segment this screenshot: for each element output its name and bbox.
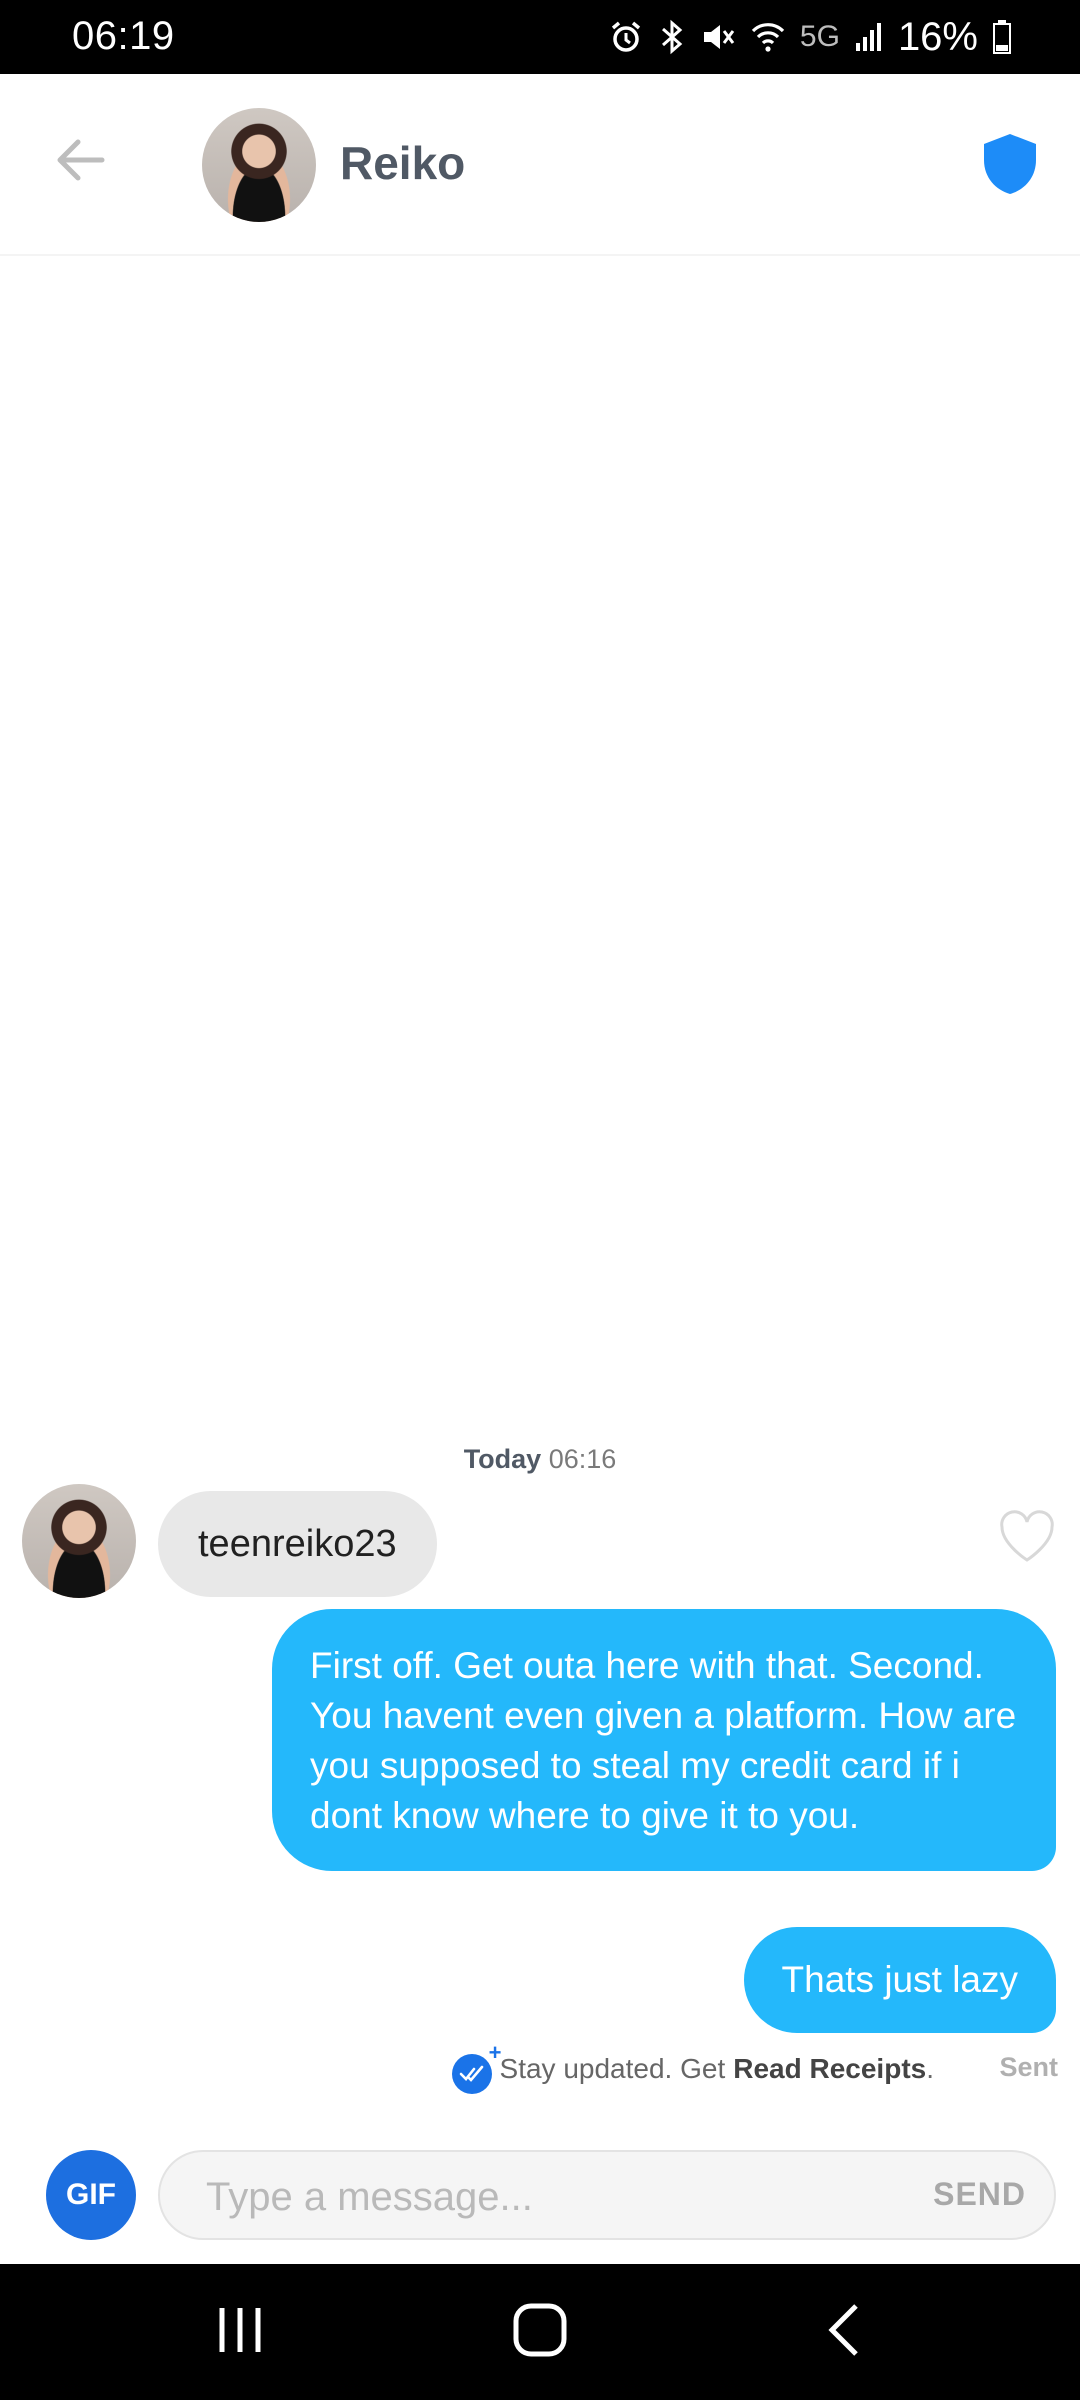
back-button[interactable]	[48, 128, 112, 192]
read-receipts-prompt: + Stay updated. Get Read Receipts.	[451, 2040, 934, 2094]
chat-header: Reiko	[0, 74, 1080, 256]
mute-icon	[700, 19, 736, 55]
receipts-text: Stay updated. Get	[499, 2053, 726, 2084]
read-receipt-badge-icon: +	[451, 2040, 502, 2094]
timestamp-time: 06:16	[548, 1444, 617, 1474]
message-input[interactable]	[204, 2166, 848, 2228]
wifi-icon	[750, 19, 786, 55]
safety-shield-button[interactable]	[978, 130, 1042, 198]
send-button[interactable]: SEND	[933, 2176, 1026, 2213]
receipts-suffix: .	[926, 2053, 934, 2084]
incoming-message[interactable]: teenreiko23	[158, 1491, 437, 1597]
read-receipts-link[interactable]: Read Receipts	[733, 2053, 926, 2084]
shield-icon	[984, 134, 1036, 194]
recents-icon	[219, 2308, 261, 2352]
arrow-left-icon	[57, 139, 105, 181]
recent-apps-button[interactable]	[214, 2302, 266, 2363]
heart-icon	[1000, 1510, 1054, 1562]
status-bar: 06:19 5G 16%	[0, 0, 1080, 74]
signal-icon	[854, 21, 884, 53]
network-type: 5G	[799, 20, 840, 53]
gif-button[interactable]: GIF	[46, 2150, 136, 2240]
alarm-icon	[608, 19, 644, 55]
outgoing-message[interactable]: Thats just lazy	[743, 1927, 1056, 2033]
like-button[interactable]	[998, 1510, 1056, 1564]
status-time: 06:19	[72, 14, 175, 58]
sender-avatar[interactable]	[22, 1484, 136, 1598]
home-icon	[513, 2303, 567, 2357]
battery-icon	[992, 19, 1012, 55]
outgoing-message[interactable]: First off. Get outa here with that. Seco…	[272, 1609, 1056, 1871]
bluetooth-icon	[658, 19, 686, 55]
contact-avatar[interactable]	[202, 108, 316, 222]
system-nav-bar	[0, 2264, 1080, 2400]
status-icons: 5G 16%	[608, 12, 1012, 62]
timestamp-day: Today	[463, 1444, 542, 1474]
nav-back-button[interactable]	[824, 2302, 864, 2363]
contact-name[interactable]: Reiko	[340, 136, 465, 190]
home-button[interactable]	[512, 2302, 568, 2363]
battery-level: 16%	[897, 14, 978, 59]
chevron-left-icon	[828, 2304, 858, 2356]
message-composer: SEND	[158, 2150, 1056, 2240]
message-status: Sent	[999, 2052, 1058, 2082]
message-timestamp: Today 06:16	[0, 1444, 1080, 1475]
